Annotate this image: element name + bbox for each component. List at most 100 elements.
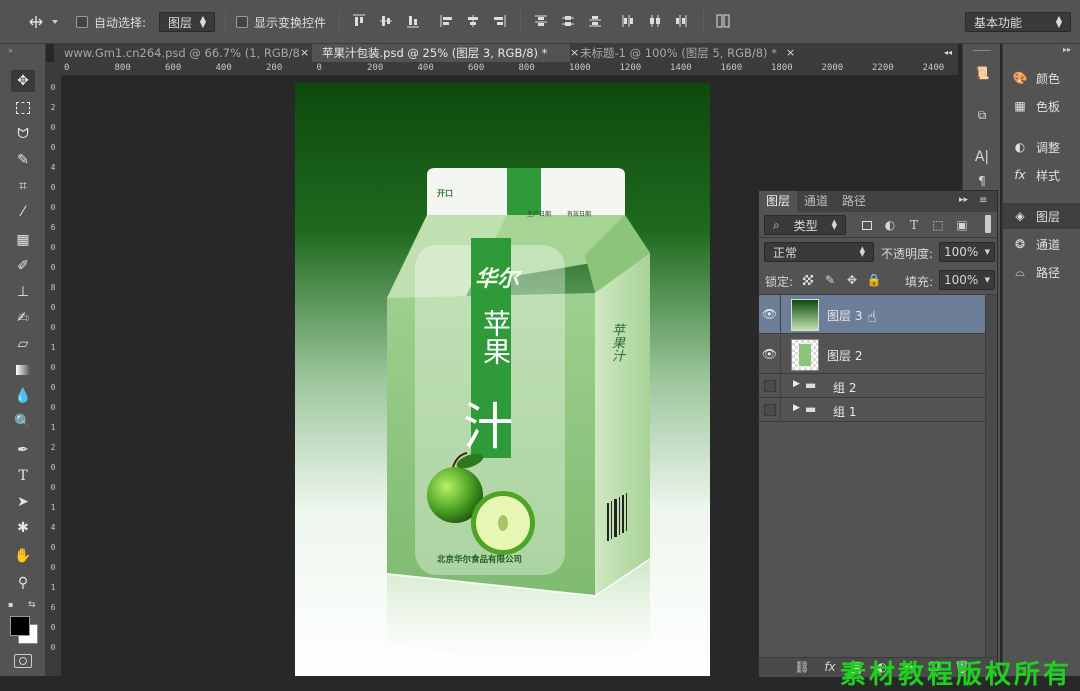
collapse-panel-icon[interactable]: ▸▸ [959,195,968,205]
distribute-vcenter-icon[interactable] [561,14,575,28]
distribute-left-icon[interactable] [621,14,635,28]
channels-panel-button[interactable]: ❂ 通道 [1003,231,1080,257]
close-tab-icon[interactable]: × [300,44,309,62]
default-colors-icon[interactable]: ▪ [8,600,13,609]
workspace-switcher[interactable]: 基本功能 ▲ ▼ [965,12,1071,32]
document-tab-2[interactable]: 苹果汁包装.psd @ 25% (图层 3, RGB/8) * [312,44,570,62]
lock-transparent-icon[interactable] [799,271,817,289]
dropdown-arrows-icon: ▲ ▼ [859,245,865,258]
marquee-tool[interactable] [11,97,35,119]
filter-smart-object-icon[interactable]: ▣ [953,216,971,234]
paths-panel-button[interactable]: ⌓ 路径 [1003,259,1080,285]
visibility-toggle[interactable] [759,375,781,397]
swatches-panel-button[interactable]: ▦ 色板 [1003,93,1080,119]
history-brush-tool[interactable]: ✍ [11,307,35,329]
auto-select-dropdown[interactable]: 图层 ▲ ▼ [159,12,215,32]
blur-tool[interactable]: 💧 [11,385,35,407]
filter-pixel-icon[interactable] [858,216,876,234]
show-transform-controls-checkbox[interactable]: 显示变换控件 [236,12,326,32]
expand-arrow-icon[interactable]: ▶ [793,379,800,389]
zoom-tool[interactable]: ⚲ [11,572,35,594]
dodge-tool[interactable]: 🔍 [11,411,35,433]
align-right-icon[interactable] [492,14,506,28]
clone-stamp-tool[interactable]: ⊥ [11,281,35,303]
align-left-icon[interactable] [440,14,454,28]
filter-shape-icon[interactable]: ⬚ [929,216,947,234]
lock-label: 锁定: [765,275,794,289]
distribute-top-icon[interactable] [534,14,548,28]
visibility-toggle[interactable] [759,399,781,421]
visibility-eye-icon[interactable]: 👁 [759,335,781,373]
filter-toggle-switch[interactable] [985,215,991,233]
align-top-icon[interactable] [352,14,366,28]
custom-shape-tool[interactable]: ✱ [11,517,35,539]
layers-panel-button[interactable]: ◈ 图层 [1003,203,1080,229]
tab-channels[interactable]: 通道 [797,191,835,212]
adjustments-panel-button[interactable]: ◐ 调整 [1003,134,1080,160]
brush-tool[interactable]: ✐ [11,255,35,277]
panel-menu-icon[interactable]: ≡ [979,195,987,206]
workspace-label: 基本功能 [974,15,1023,30]
filter-adjustment-icon[interactable]: ◐ [881,216,899,234]
foreground-color-swatch[interactable] [10,616,30,636]
healing-brush-tool[interactable]: ▦ [11,229,35,251]
blend-mode-dropdown[interactable]: 正常 ▲ ▼ [764,242,874,262]
lock-all-icon[interactable]: 🔒 [865,271,883,289]
align-vertical-center-icon[interactable] [379,14,393,28]
distribute-right-icon[interactable] [674,14,688,28]
color-panel-button[interactable]: 🎨 颜色 [1003,65,1080,91]
paragraph-panel-icon[interactable]: ¶ [973,172,991,190]
align-bottom-icon[interactable] [406,14,420,28]
crop-tool[interactable]: ⌗ [11,175,35,197]
tab-layers[interactable]: 图层 [759,191,798,212]
swap-colors-icon[interactable]: ⇆ [28,600,36,610]
opacity-field[interactable]: 100% ▼ [939,242,995,262]
filter-type-icon[interactable]: T [905,216,923,234]
vertical-ruler[interactable]: 0 2 0 0 4 0 0 6 0 0 8 0 0 1 0 0 0 1 2 0 0 1 4 0 0 1 6 0 0 [46,76,62,676]
distribute-bottom-icon[interactable] [588,14,602,28]
auto-align-layers-icon[interactable] [716,14,730,28]
horizontal-ruler[interactable]: 0 800 600 400 200 0 200 400 600 800 1000 1200 1400 16… [62,62,958,76]
layers-scrollbar[interactable] [985,295,997,657]
hand-tool[interactable]: ✋ [11,545,35,567]
lock-position-icon[interactable]: ✥ [843,271,861,289]
distribute-hcenter-icon[interactable] [648,14,662,28]
lock-image-icon[interactable]: ✎ [821,271,839,289]
history-panel-icon[interactable]: 📜 [973,64,991,82]
expand-arrow-icon[interactable]: ▶ [793,403,800,413]
gradient-tool[interactable] [11,359,35,381]
pen-tool[interactable]: ✒ [11,439,35,461]
lasso-tool[interactable]: ᗢ [11,123,35,145]
auto-select-checkbox[interactable]: 自动选择: [76,12,146,32]
move-tool-preset-picker[interactable] [26,12,60,32]
close-tab-icon[interactable]: × [786,44,795,62]
document-canvas[interactable]: 开口 生产日期 有效日期 华尔 苹果 汁 北京华尔食品有限公司 苹果汁 [295,83,710,676]
document-tab-3[interactable]: 未标题-1 @ 100% (图层 5, RGB/8) * [570,44,780,62]
eyedropper-tool[interactable]: ⁄ [11,201,35,223]
visibility-eye-icon[interactable]: 👁 [759,295,781,333]
layer-row-layer3[interactable]: 👁 图层 3 ☝ [759,295,985,334]
quick-mask-icon[interactable] [14,654,32,668]
layer-row-group1[interactable]: ▶ ▬ 组 1 [759,399,985,422]
quick-selection-tool[interactable]: ✎ [11,149,35,171]
character-panel-icon[interactable]: A| [973,148,991,166]
align-horizontal-center-icon[interactable] [466,14,480,28]
fill-field[interactable]: 100% ▼ [939,270,995,290]
collapse-panels-icon[interactable]: ◂◂ [944,44,952,62]
tab-paths[interactable]: 路径 [835,191,873,212]
path-selection-tool[interactable]: ➤ [11,491,35,513]
styles-panel-button[interactable]: fx 样式 [1003,162,1080,188]
collapse-toolbar-icon[interactable]: » [8,46,13,55]
document-tab-1[interactable]: www.Gm1.cn264.psd @ 66.7% (1, RGB/8#) [54,44,300,62]
3d-panel-icon[interactable]: ⧉ [973,106,991,124]
expand-panels-icon[interactable]: ▸▸ [1063,45,1071,54]
layer-row-layer2[interactable]: 👁 图层 2 [759,335,985,374]
layer-row-group2[interactable]: ▶ ▬ 组 2 [759,375,985,398]
layer-style-icon[interactable]: fx [821,658,839,676]
link-layers-icon[interactable]: ⛓ [793,658,811,676]
layer-filter-dropdown[interactable]: ⌕ 类型 ▲ ▼ [764,215,846,235]
eraser-tool[interactable]: ▱ [11,333,35,355]
type-tool[interactable]: T [11,465,35,487]
ruler-origin[interactable] [46,62,62,76]
move-tool[interactable]: ✥ [11,70,35,92]
